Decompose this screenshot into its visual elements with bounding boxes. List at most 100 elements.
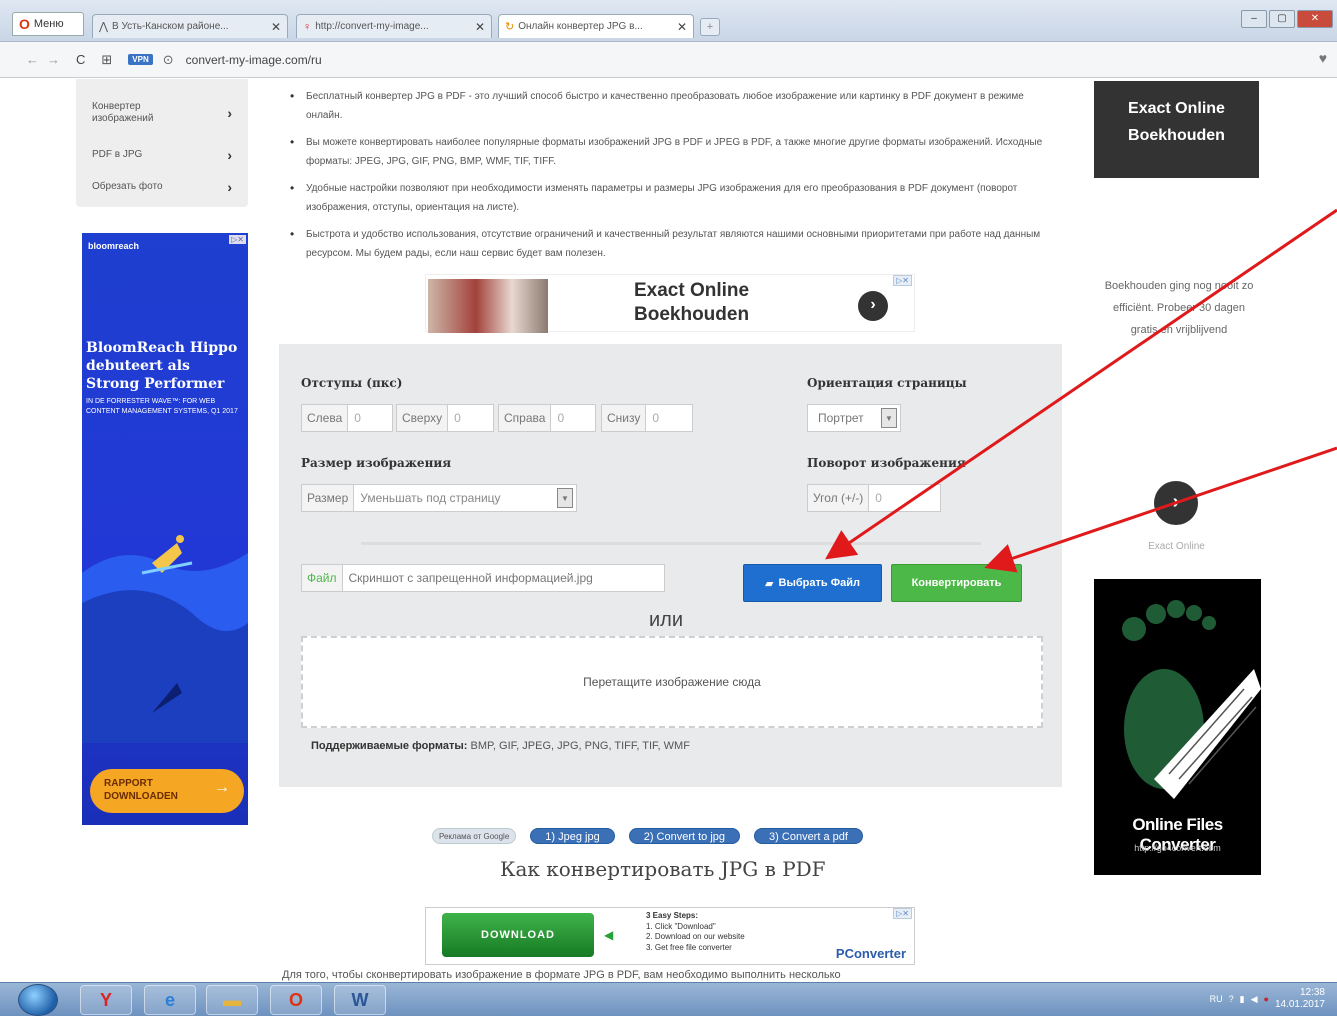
margin-bottom-input[interactable]: 0 [646, 411, 665, 425]
step-item: 3. Get free file converter [646, 942, 732, 952]
pin-icon: ♀ [303, 20, 312, 33]
right-banner-ad-header[interactable]: Exact Online Boekhouden [1094, 81, 1259, 178]
heart-icon[interactable]: ♥ [1319, 50, 1327, 66]
ad-link-pill[interactable]: 2) Convert to jpg [628, 828, 741, 844]
window-controls: – ▢ ✕ [1241, 10, 1333, 28]
list-item: Бесплатный конвертер JPG в PDF - это луч… [288, 87, 1048, 125]
sidebar-item-image-converter[interactable]: Конвертер изображений › [92, 101, 232, 125]
close-tab-icon[interactable]: ✕ [475, 20, 485, 34]
page-content: Конвертер изображений › PDF в JPG › Обре… [0, 79, 1337, 981]
chevron-down-icon[interactable]: ▼ [557, 488, 573, 508]
address-bar: ← → C ⊞ VPN ⊙ convert-my-image.com/ru ♥ [0, 42, 1337, 78]
step-item: 2. Download on our website [646, 932, 745, 941]
middle-banner-ad[interactable]: Exact Online Boekhouden › ▷✕ [425, 274, 915, 333]
download-button[interactable]: DOWNLOAD [442, 913, 594, 957]
margin-top-field[interactable]: Сверху 0 [396, 404, 494, 432]
margin-right-field[interactable]: Справа 0 [498, 404, 596, 432]
ad-choices-icon[interactable]: ▷✕ [893, 275, 912, 286]
margin-top-input[interactable]: 0 [448, 411, 467, 425]
close-tab-icon[interactable]: ✕ [271, 20, 281, 34]
right-banner-ad-body[interactable]: Boekhouden ging nog nooit zo efficiënt. … [1094, 179, 1259, 569]
explorer-taskbar-icon[interactable]: ▬ [206, 985, 258, 1015]
field-label: Слева [302, 405, 349, 431]
file-name-value: Скриншот с запрещенной информацией.jpg [348, 571, 593, 585]
ie-taskbar-icon[interactable]: e [144, 985, 196, 1015]
sidebar-item-pdf-to-jpg[interactable]: PDF в JPG › [92, 148, 232, 162]
sidebar-item-label: PDF в JPG [92, 149, 143, 160]
download-banner-ad[interactable]: DOWNLOAD ◀ 3 Easy Steps: 1. Click "Downl… [425, 907, 915, 965]
tab-label: http://convert-my-image... [315, 21, 429, 32]
clock[interactable]: 12:38 14.01.2017 [1275, 987, 1325, 1011]
language-indicator[interactable]: RU [1210, 994, 1223, 1004]
browser-tab-1[interactable]: ⋀ В Усть-Канском районе... ✕ [92, 14, 288, 38]
sidebar-item-crop-photo[interactable]: Обрезать фото › [92, 180, 232, 194]
clock-time: 12:38 [1299, 987, 1325, 998]
chevron-right-icon[interactable]: › [858, 291, 888, 321]
browser-tab-bar: O Меню ⋀ В Усть-Канском районе... ✕ ♀ ht… [0, 0, 1337, 42]
ad-choices-icon[interactable]: ▷✕ [229, 235, 246, 244]
margin-right-input[interactable]: 0 [551, 411, 570, 425]
close-tab-icon[interactable]: ✕ [677, 20, 687, 34]
ad-footer: Exact Online [1148, 541, 1205, 552]
field-label: Угол (+/-) [808, 485, 870, 511]
back-arrow-icon[interactable]: ← [26, 52, 39, 67]
field-label: Справа [499, 405, 552, 431]
yandex-taskbar-icon[interactable]: Y [80, 985, 132, 1015]
browser-tab-2[interactable]: ♀ http://convert-my-image... ✕ [296, 14, 492, 38]
ad-text: Boekhouden ging nog nooit zo efficiënt. … [1104, 280, 1254, 336]
instructions-text: Для того, чтобы сконвертировать изображе… [282, 969, 841, 981]
margin-bottom-field[interactable]: Снизу 0 [601, 404, 693, 432]
url-input[interactable]: convert-my-image.com/ru [186, 53, 322, 67]
volume-icon[interactable]: ◀ [1251, 994, 1258, 1005]
network-icon[interactable]: ▮ [1240, 994, 1245, 1005]
image-size-select[interactable]: Размер Уменьшать под страницу ▼ [301, 484, 577, 512]
field-label: Сверху [397, 405, 449, 431]
drop-zone[interactable]: Перетащите изображение сюда [301, 636, 1043, 728]
site-info-icon[interactable]: ⊙ [163, 52, 174, 68]
forward-arrow-icon[interactable]: → [47, 52, 60, 67]
ad-link-pill[interactable]: 1) Jpeg jpg [530, 828, 615, 844]
ad-steps: 3 Easy Steps: 1. Click "Download" 2. Dow… [646, 911, 745, 953]
margin-left-field[interactable]: Слева 0 [301, 404, 393, 432]
rotation-field[interactable]: Угол (+/-) 0 [807, 484, 941, 512]
arrow-right-icon: → [214, 779, 230, 796]
minimize-button[interactable]: – [1241, 10, 1267, 28]
word-taskbar-icon[interactable]: W [334, 985, 386, 1015]
step-item: 1. Click "Download" [646, 921, 716, 931]
ad-headline: BloomReach Hippo debuteert als Strong Pe… [86, 340, 238, 392]
opera-menu-button[interactable]: O Меню [12, 12, 84, 36]
chevron-down-icon[interactable]: ▼ [881, 408, 897, 428]
browser-tab-3[interactable]: ↻ Онлайн конвертер JPG в... ✕ [498, 14, 694, 38]
close-window-button[interactable]: ✕ [1297, 10, 1333, 28]
rotation-input[interactable]: 0 [869, 491, 888, 505]
field-label: Снизу [602, 405, 647, 431]
vk-icon: ⋀ [99, 21, 109, 33]
help-icon[interactable]: ? [1229, 994, 1234, 1004]
antivirus-icon[interactable]: ● [1264, 994, 1269, 1004]
windows-taskbar: Y e ▬ O W RU ? ▮ ◀ ● 12:38 14.01.2017 [0, 982, 1337, 1016]
ad-cta-button[interactable]: RAPPORT DOWNLOADEN → [90, 769, 244, 813]
margins-heading: Отступы (пкс) [301, 376, 403, 390]
maximize-button[interactable]: ▢ [1269, 10, 1295, 28]
choose-file-button[interactable]: ▰ Выбрать Файл [743, 564, 882, 602]
reload-icon[interactable]: C [76, 52, 85, 67]
online-files-converter-ad[interactable]: Online Files Converter http://go4convert… [1094, 579, 1261, 875]
feature-list: Бесплатный конвертер JPG в PDF - это луч… [288, 87, 1048, 271]
system-tray: RU ? ▮ ◀ ● 12:38 14.01.2017 [1210, 987, 1325, 1011]
file-field[interactable]: Файл Скриншот с запрещенной информацией.… [301, 564, 665, 592]
ad-domain: http://go4convert.com [1134, 843, 1221, 853]
margin-left-input[interactable]: 0 [348, 411, 367, 425]
speed-dial-icon[interactable]: ⊞ [101, 52, 112, 68]
opera-taskbar-icon[interactable]: O [270, 985, 322, 1015]
new-tab-button[interactable]: + [700, 18, 720, 36]
google-ads-label[interactable]: Реклама от Google [432, 828, 517, 844]
left-banner-ad[interactable]: bloomreach ▷✕ BloomReach Hippo debuteert… [82, 233, 248, 825]
convert-button[interactable]: Конвертировать [891, 564, 1022, 602]
tab-label: Онлайн конвертер JPG в... [518, 21, 643, 32]
vpn-badge[interactable]: VPN [128, 54, 153, 65]
orientation-select[interactable]: Портрет ▼ [807, 404, 901, 432]
start-button[interactable] [18, 984, 58, 1016]
chevron-right-icon[interactable]: › [1154, 481, 1198, 525]
ad-link-pill[interactable]: 3) Convert a pdf [754, 828, 863, 844]
ad-choices-icon[interactable]: ▷✕ [893, 908, 912, 919]
